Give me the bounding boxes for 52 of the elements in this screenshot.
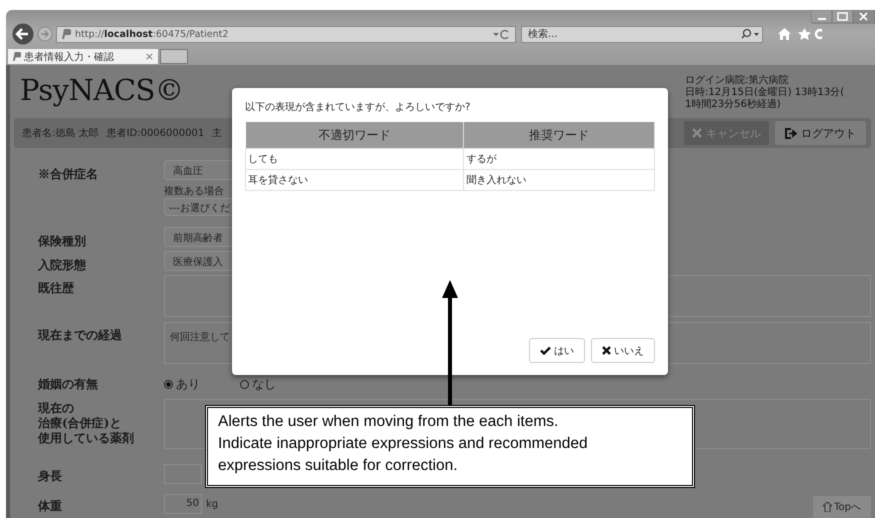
yes-button[interactable]: はい (529, 338, 585, 363)
field-label: 既往歴 (38, 281, 74, 295)
column-header: 不適切ワード (246, 122, 464, 148)
hint-text: 複数ある場合 (164, 184, 224, 198)
field-label: 保険種別 (38, 234, 86, 248)
radio-option[interactable]: あり (164, 376, 200, 392)
window-controls[interactable] (811, 10, 875, 24)
patient-info-text: 主 (212, 126, 222, 140)
address-field[interactable]: http://localhost:60475/Patient2 (56, 26, 516, 42)
field-label: 治療(合併症)と (38, 416, 122, 431)
number-field[interactable]: 50 (164, 494, 202, 514)
search-icon[interactable] (740, 28, 760, 40)
refresh-icon[interactable] (493, 29, 511, 39)
logout-button[interactable]: ログアウト (774, 120, 867, 146)
field-label: 現在までの経過 (38, 328, 122, 342)
field-label: 現在の (38, 401, 75, 416)
annotation-text: Alerts the user when moving from the each items. Indicate inappropriate expressions and recommended expressions suitable for correction. (218, 412, 589, 476)
no-button[interactable]: いいえ (591, 338, 655, 363)
close-icon (602, 346, 611, 355)
browser-tab[interactable]: 患者情報入力・確認 × (8, 49, 158, 64)
back-to-top-button[interactable]: Topへ (813, 496, 871, 518)
new-tab-button[interactable] (160, 49, 188, 64)
login-info-text: ログイン病院:第六病院 (685, 75, 790, 86)
login-info-text: 1時間23分56秒経過) (685, 99, 782, 111)
field-label: 体重 (38, 498, 62, 512)
close-icon (692, 128, 702, 138)
star-icon[interactable] (798, 28, 811, 40)
patient-id-text: 患者ID:0006000001 (106, 126, 204, 140)
column-header: 推奨ワード (464, 122, 654, 148)
page-icon (12, 51, 21, 62)
login-info-text: 日時:12月15日(金曜日) 13時13分( (685, 87, 846, 98)
logout-icon (785, 128, 797, 138)
unit-text: kg (206, 498, 218, 510)
field-label: 身長 (38, 468, 62, 482)
field-label: 婚姻の有無 (38, 376, 98, 390)
field-label: ※合併症名 (38, 167, 98, 181)
field-label: 入院形態 (38, 258, 86, 272)
table-cell: 聞き入れない (464, 170, 654, 190)
table-cell: しても (246, 148, 464, 170)
table-cell: 耳を貸さない (246, 170, 464, 190)
page-icon (61, 28, 71, 40)
radio-option[interactable]: なし (240, 376, 276, 392)
app-logo: PsyNACS© (20, 73, 184, 109)
dialog-message: 以下の表現が含まれていますが、よろしいですか? (245, 100, 472, 114)
up-arrow-icon (823, 502, 832, 512)
table-cell: するが (464, 148, 654, 170)
search-field[interactable]: 検索... (521, 26, 763, 42)
close-tab-button[interactable]: × (144, 50, 154, 63)
patient-name-text: 患者名:徳島 太郎 (22, 126, 99, 140)
home-icon[interactable] (778, 28, 791, 40)
field-label: 使用している薬剤 (38, 431, 135, 446)
check-icon (540, 346, 551, 355)
